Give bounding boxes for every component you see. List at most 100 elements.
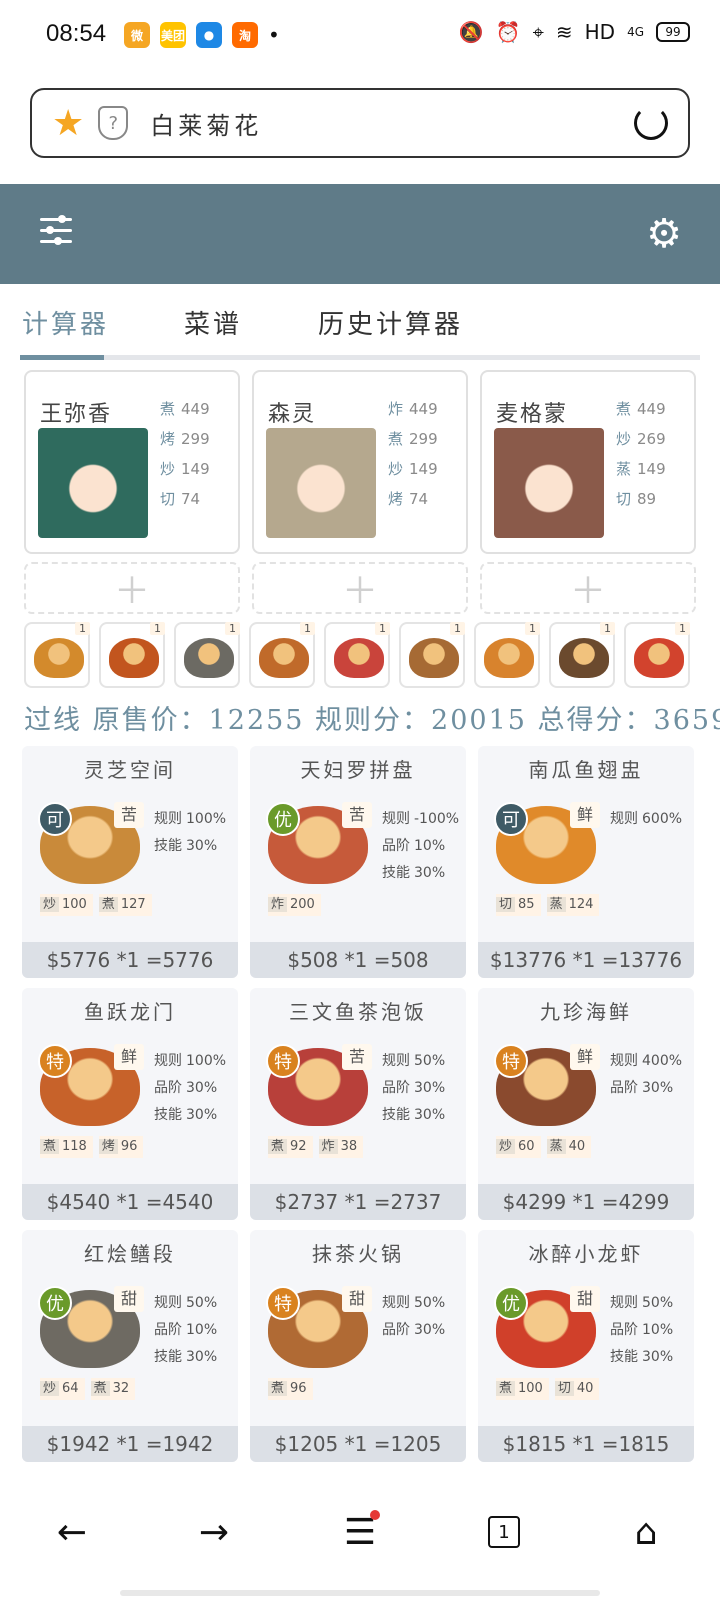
recipe-price: $5776 *1 =5776 xyxy=(22,942,238,978)
home-icon[interactable]: ⌂ xyxy=(622,1508,670,1556)
signal-type: 4G xyxy=(627,25,644,39)
chef-skill: 切 89 xyxy=(616,490,657,508)
home-indicator xyxy=(120,1590,600,1596)
dish-image xyxy=(259,638,309,678)
recipe-card[interactable]: 九珍海鲜特 鲜规则 400% 品阶 30% 炒 60 蒸 40 $4299 *1 =4299 xyxy=(478,988,694,1220)
chef-skills: 煮 449 烤 299 炒 149 切 74 xyxy=(160,394,210,514)
chef-skill: 炒 149 xyxy=(388,460,438,478)
score-summary: 过线 原售价：12255 规则分：20015 总得分：36598 xyxy=(24,705,720,736)
address-text[interactable]: 白莱菊花 xyxy=(150,106,262,141)
recipe-taste-tag: 甜 xyxy=(570,1286,600,1312)
dish-image xyxy=(409,638,459,678)
gear-icon[interactable]: ⚙ xyxy=(646,214,682,254)
dish-image xyxy=(184,638,234,678)
recipe-skill-requirement: 炒 64 xyxy=(40,1378,85,1400)
recipe-title: 冰醉小龙虾 xyxy=(528,1242,644,1266)
recipe-skill-tags: 炸 200 xyxy=(268,894,321,916)
dish-image xyxy=(109,638,159,678)
recipe-rule: 规则 -100% xyxy=(382,811,460,827)
selected-dish-thumb[interactable]: 1 xyxy=(249,622,315,688)
bookmark-star-icon[interactable]: ★ xyxy=(52,103,84,144)
chef-portrait xyxy=(494,428,604,538)
chef-name: 王弥香 xyxy=(40,402,113,427)
chef-portrait xyxy=(266,428,376,538)
menu-icon[interactable]: ☰ xyxy=(336,1508,384,1556)
taobao-icon: 淘 xyxy=(232,22,258,48)
recipe-skill-tags: 煮 118 烤 96 xyxy=(40,1136,144,1158)
add-equipment-slot[interactable]: ＋ xyxy=(252,562,468,614)
dish-image xyxy=(559,638,609,678)
dish-image xyxy=(484,638,534,678)
forward-arrow-icon[interactable]: → xyxy=(190,1508,238,1556)
add-equipment-slot[interactable]: ＋ xyxy=(480,562,696,614)
chef-skill: 炸 449 xyxy=(388,400,438,418)
selected-dish-thumb[interactable]: 1 xyxy=(174,622,240,688)
recipe-card[interactable]: 抹茶火锅特 甜规则 50% 品阶 30% 煮 96 $1205 *1 =1205 xyxy=(250,1230,466,1462)
recipe-taste-tag: 鲜 xyxy=(114,1044,144,1070)
recipe-skill-tags: 煮 100 切 40 xyxy=(496,1378,600,1400)
tab-calculator[interactable]: 计算器 xyxy=(22,304,109,341)
selected-dish-thumb[interactable]: 1 xyxy=(549,622,615,688)
selected-dish-thumb[interactable]: 1 xyxy=(24,622,90,688)
recipe-rule: 规则 100% xyxy=(154,1053,227,1069)
recipe-skill-tags: 切 85 蒸 124 xyxy=(496,894,600,916)
recipe-taste-tag: 苦 xyxy=(114,802,144,828)
tab-history-calculator[interactable]: 历史计算器 xyxy=(318,304,463,341)
selected-dish-thumb[interactable]: 1 xyxy=(399,622,465,688)
recipe-card[interactable]: 冰醉小龙虾优 甜规则 50% 品阶 10% 技能 30% 煮 100 切 40 $1815 *1 =1… xyxy=(478,1230,694,1462)
recipe-rule: 品阶 30% xyxy=(382,1080,446,1096)
recipe-rule: 规则 50% xyxy=(610,1295,674,1311)
selected-dish-thumb[interactable]: 1 xyxy=(324,622,390,688)
meituan-icon: 美团 xyxy=(160,22,186,48)
recipe-skill-requirement: 炒 100 xyxy=(40,894,93,916)
recipe-card[interactable]: 灵芝空间可 苦规则 100% 技能 30% 炒 100 煮 127 $5776 *1 =5776 xyxy=(22,746,238,978)
recipe-skill-tags: 炒 100 煮 127 xyxy=(40,894,152,916)
chef-card[interactable]: 麦格蒙 煮 449 炒 269 蒸 149 切 89 xyxy=(480,370,696,554)
chef-card[interactable]: 王弥香 煮 449 烤 299 炒 149 切 74 xyxy=(24,370,240,554)
back-arrow-icon[interactable]: ← xyxy=(48,1508,96,1556)
app-header: ⚙ xyxy=(0,184,720,284)
chef-skill: 烤 299 xyxy=(160,430,210,448)
reload-icon[interactable] xyxy=(634,106,668,140)
recipe-card[interactable]: 天妇罗拼盘优 苦规则 -100% 品阶 10% 技能 30% 炸 200 $508 *1 =508 xyxy=(250,746,466,978)
address-bar[interactable]: ★ ? 白莱菊花 xyxy=(30,88,690,158)
recipe-title: 灵芝空间 xyxy=(84,758,176,782)
selected-dish-thumb[interactable]: 1 xyxy=(99,622,165,688)
recipe-price: $13776 *1 =13776 xyxy=(478,942,694,978)
recipe-rule: 技能 30% xyxy=(382,865,446,881)
recipe-taste-tag: 鲜 xyxy=(570,1044,600,1070)
recipe-taste-tag: 苦 xyxy=(342,1044,372,1070)
recipe-title: 三文鱼茶泡饭 xyxy=(289,1000,427,1024)
recipe-card[interactable]: 鱼跃龙门特 鲜规则 100% 品阶 30% 技能 30% 煮 118 烤 96 $4540 *1 =4… xyxy=(22,988,238,1220)
filter-settings-icon[interactable] xyxy=(40,214,72,248)
dish-count-badge: 1 xyxy=(525,622,540,635)
tabs-button[interactable]: 1 xyxy=(480,1508,528,1556)
recipe-rule: 技能 30% xyxy=(154,838,218,854)
chef-skill: 煮 449 xyxy=(616,400,666,418)
security-shield-icon[interactable]: ? xyxy=(98,106,129,140)
recipe-grade-badge: 特 xyxy=(266,1044,300,1078)
dish-count-badge: 1 xyxy=(75,622,90,635)
recipe-rule: 规则 100% xyxy=(154,811,227,827)
recipe-skill-requirement: 炒 60 xyxy=(496,1136,541,1158)
tab-recipes[interactable]: 菜谱 xyxy=(184,304,242,341)
recipe-rule: 规则 400% xyxy=(610,1053,683,1069)
alarm-icon: ⏰ xyxy=(495,20,521,44)
recipe-rules: 规则 50% 品阶 30% 技能 30% xyxy=(382,1048,445,1129)
recipe-skill-requirement: 蒸 124 xyxy=(546,894,600,916)
tab-count: 1 xyxy=(488,1516,520,1548)
recipe-rule: 品阶 10% xyxy=(610,1322,674,1338)
recipe-taste-tag: 甜 xyxy=(114,1286,144,1312)
selected-dish-thumb[interactable]: 1 xyxy=(474,622,540,688)
recipe-rules: 规则 50% 品阶 30% xyxy=(382,1290,445,1344)
chef-card[interactable]: 森灵 炸 449 煮 299 炒 149 烤 74 xyxy=(252,370,468,554)
selected-dish-thumb[interactable]: 1 xyxy=(624,622,690,688)
add-equipment-slot[interactable]: ＋ xyxy=(24,562,240,614)
recipe-card[interactable]: 三文鱼茶泡饭特 苦规则 50% 品阶 30% 技能 30% 煮 92 炸 38 $2737 *1 =2… xyxy=(250,988,466,1220)
main-tabs: 计算器 菜谱 历史计算器 xyxy=(20,300,700,360)
active-tab-indicator xyxy=(20,355,104,360)
recipe-skill-tags: 煮 92 炸 38 xyxy=(268,1136,364,1158)
weibo-icon: 微 xyxy=(124,22,150,48)
recipe-card[interactable]: 南瓜鱼翅盅可 鲜规则 600% 切 85 蒸 124 $13776 *1 =13776 xyxy=(478,746,694,978)
recipe-card[interactable]: 红烩鳝段优 甜规则 50% 品阶 10% 技能 30% 炒 64 煮 32 $1942 *1 =194… xyxy=(22,1230,238,1462)
